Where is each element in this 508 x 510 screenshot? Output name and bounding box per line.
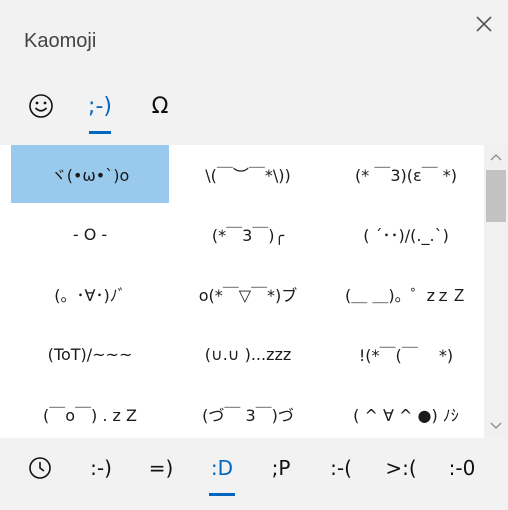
kaomoji-cell[interactable]: (∪.∪ )...zzz [169, 325, 327, 383]
scroll-down-button[interactable] [484, 416, 508, 436]
category-smile[interactable]: =) [146, 450, 176, 486]
category-surprised-label: :-0 [448, 456, 476, 480]
category-happy-label: :-) [90, 456, 112, 480]
tab-kaomoji[interactable]: ;-) [75, 86, 125, 134]
kaomoji-cell[interactable]: ヾ(•ω•`)o [11, 145, 169, 203]
category-tongue-label: ;P [271, 456, 291, 480]
chevron-up-icon [490, 154, 502, 161]
kaomoji-grid-area: ヾ(•ω•`)o \(￣︶￣*\)) (* ￣3)(ε￣ *) - O - (*￣3￣)… [0, 145, 484, 438]
tab-symbols[interactable]: Ω [135, 86, 185, 126]
kaomoji-cell[interactable]: !(*￣(￣ *) [327, 325, 484, 383]
kaomoji-cell[interactable]: ( ´･･)/(._.`) [327, 205, 484, 263]
kaomoji-cell[interactable]: (ToT)/~~~ [11, 325, 169, 383]
chevron-down-icon [490, 422, 502, 429]
kaomoji-cell[interactable]: (＿ ＿)。゜zｚＺ [327, 265, 484, 323]
omega-symbol-icon: Ω [151, 93, 169, 119]
kaomoji-cell[interactable]: (。･∀･)ﾉﾞ [11, 265, 169, 323]
category-sad[interactable]: :-( [324, 450, 358, 486]
category-laugh-label: :D [210, 456, 234, 480]
kaomoji-cell[interactable]: (￣o￣) . z Z [11, 385, 169, 438]
kaomoji-cell[interactable]: (*￣3￣)╭ [169, 205, 327, 263]
kaomoji-cell[interactable]: - O - [11, 205, 169, 263]
category-angry-label: >:( [385, 456, 417, 480]
category-angry[interactable]: >:( [383, 450, 419, 486]
scroll-up-button[interactable] [484, 147, 508, 167]
vertical-scrollbar[interactable] [484, 145, 508, 438]
panel-header: Kaomoji ;-) Ω [0, 0, 508, 145]
kaomoji-cell[interactable]: o(*￣▽￣*)ブ [169, 265, 327, 323]
category-sad-label: :-( [330, 456, 352, 480]
category-tongue[interactable]: ;P [266, 450, 296, 486]
kaomoji-cell[interactable]: ( ^ ∀ ^ ●) ﾉｼ [327, 385, 484, 438]
smiley-icon [29, 94, 53, 118]
category-surprised[interactable]: :-0 [444, 450, 480, 486]
kaomoji-cell[interactable]: (づ￣ 3￣)づ [169, 385, 327, 438]
tab-emoji[interactable] [16, 86, 66, 126]
category-happy[interactable]: :-) [84, 450, 118, 486]
close-icon [476, 16, 492, 32]
close-button[interactable] [472, 12, 496, 36]
scroll-thumb[interactable] [486, 170, 506, 222]
tab-bar: ;-) Ω [0, 80, 508, 134]
panel-title: Kaomoji [24, 30, 97, 52]
category-bar: :-) =) :D ;P :-( >:( :-0 [0, 438, 508, 510]
tab-kaomoji-label: ;-) [88, 93, 112, 119]
kaomoji-cell[interactable]: \(￣︶￣*\)) [169, 145, 327, 203]
clock-icon [29, 457, 51, 479]
category-laugh[interactable]: :D [207, 450, 237, 496]
category-smile-label: =) [148, 456, 174, 480]
category-recent[interactable] [24, 450, 56, 486]
kaomoji-cell[interactable]: (* ￣3)(ε￣ *) [327, 145, 484, 203]
